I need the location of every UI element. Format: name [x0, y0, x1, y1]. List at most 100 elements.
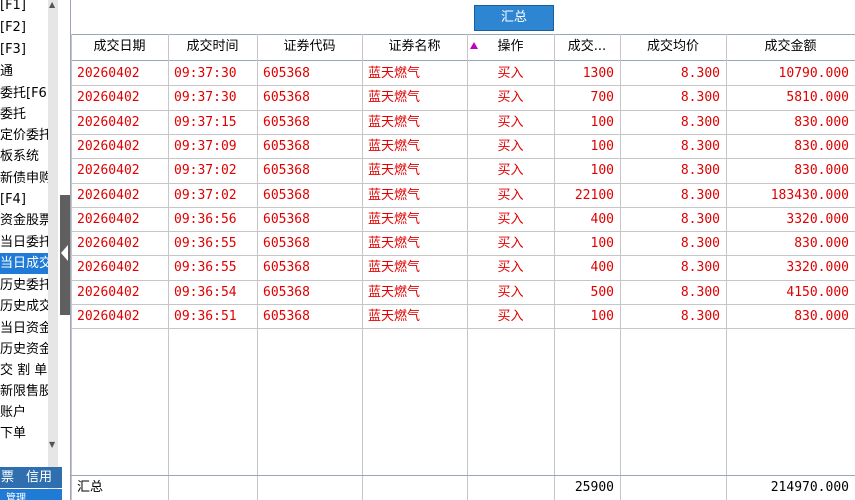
table-cell[interactable]: 100 [554, 159, 614, 183]
table-cell[interactable]: 20260402 [71, 184, 168, 208]
table-cell[interactable]: 8.300 [620, 184, 720, 208]
table-cell[interactable]: 买入 [467, 111, 554, 135]
column-header[interactable]: 证券名称 [362, 34, 467, 60]
table-cell[interactable]: 605368 [257, 232, 362, 256]
table-cell[interactable]: 20260402 [71, 305, 168, 329]
table-cell[interactable]: 09:36:55 [168, 256, 257, 280]
table-cell[interactable]: 买入 [467, 232, 554, 256]
table-cell[interactable]: 830.000 [726, 232, 849, 256]
table-cell[interactable]: 蓝天燃气 [362, 159, 467, 183]
table-cell[interactable]: 买入 [467, 305, 554, 329]
table-cell[interactable]: 8.300 [620, 62, 720, 86]
table-cell[interactable]: 605368 [257, 256, 362, 280]
table-cell[interactable]: 09:36:54 [168, 281, 257, 305]
table-cell[interactable]: 09:37:09 [168, 135, 257, 159]
sidebar-item[interactable]: 委托 [0, 104, 48, 125]
sidebar-item[interactable]: 当日资金 [0, 318, 48, 339]
table-cell[interactable]: 买入 [467, 256, 554, 280]
table-cell[interactable]: 700 [554, 86, 614, 110]
summary-button[interactable]: 汇总 [474, 5, 554, 31]
table-cell[interactable]: 605368 [257, 111, 362, 135]
table-cell[interactable]: 蓝天燃气 [362, 184, 467, 208]
table-cell[interactable]: 830.000 [726, 159, 849, 183]
sidebar-item[interactable]: 下单 [0, 423, 48, 444]
table-cell[interactable]: 605368 [257, 86, 362, 110]
table-cell[interactable]: 100 [554, 135, 614, 159]
table-cell[interactable]: 10790.000 [726, 62, 849, 86]
column-header[interactable]: 成交日期 [71, 34, 168, 60]
table-cell[interactable]: 20260402 [71, 111, 168, 135]
table-cell[interactable]: 蓝天燃气 [362, 208, 467, 232]
table-cell[interactable]: 8.300 [620, 159, 720, 183]
table-cell[interactable]: 蓝天燃气 [362, 62, 467, 86]
table-cell[interactable]: 100 [554, 232, 614, 256]
table-cell[interactable]: 605368 [257, 159, 362, 183]
sidebar-item[interactable]: 账户 [0, 402, 48, 423]
sidebar-item[interactable]: 资金股票 [0, 210, 48, 231]
scroll-down-icon[interactable]: ▼ [49, 440, 55, 449]
sidebar-item[interactable]: 新限售股 [0, 381, 48, 402]
table-cell[interactable]: 蓝天燃气 [362, 135, 467, 159]
column-header[interactable]: 操作 [467, 34, 554, 60]
table-cell[interactable]: 5810.000 [726, 86, 849, 110]
table-cell[interactable]: 20260402 [71, 232, 168, 256]
sidebar-item[interactable]: 定价委托 [0, 125, 48, 146]
table-cell[interactable]: 蓝天燃气 [362, 232, 467, 256]
table-cell[interactable]: 3320.000 [726, 256, 849, 280]
table-cell[interactable]: 100 [554, 111, 614, 135]
table-cell[interactable]: 09:37:15 [168, 111, 257, 135]
collapse-sidebar-button[interactable] [60, 195, 70, 315]
table-cell[interactable]: 20260402 [71, 281, 168, 305]
table-cell[interactable]: 8.300 [620, 256, 720, 280]
table-cell[interactable]: 8.300 [620, 135, 720, 159]
sidebar-item[interactable]: 交 割 单 [0, 360, 48, 381]
sidebar-item[interactable]: 板系统 [0, 146, 48, 167]
sidebar-item[interactable]: [F1] [0, 0, 48, 16]
table-cell[interactable]: 20260402 [71, 208, 168, 232]
table-cell[interactable]: 500 [554, 281, 614, 305]
table-cell[interactable]: 买入 [467, 135, 554, 159]
manage-button[interactable]: 管理 [0, 489, 62, 500]
table-cell[interactable]: 20260402 [71, 256, 168, 280]
sidebar-item[interactable]: 委托[F6] [0, 83, 48, 104]
table-cell[interactable]: 400 [554, 256, 614, 280]
table-cell[interactable]: 8.300 [620, 208, 720, 232]
sidebar-item[interactable]: 历史资金 [0, 339, 48, 360]
table-cell[interactable]: 09:37:02 [168, 159, 257, 183]
table-cell[interactable]: 买入 [467, 208, 554, 232]
table-cell[interactable]: 605368 [257, 208, 362, 232]
table-cell[interactable]: 605368 [257, 305, 362, 329]
sidebar-item[interactable]: [F2] [0, 17, 48, 38]
table-cell[interactable]: 830.000 [726, 111, 849, 135]
table-cell[interactable]: 09:37:02 [168, 184, 257, 208]
column-header[interactable]: 成交... [554, 34, 620, 60]
sidebar-item[interactable]: 新债申购 [0, 168, 48, 189]
table-cell[interactable]: 183430.000 [726, 184, 849, 208]
table-cell[interactable]: 605368 [257, 184, 362, 208]
sidebar-item[interactable]: 历史委托 [0, 275, 48, 296]
table-cell[interactable]: 09:37:30 [168, 62, 257, 86]
table-cell[interactable]: 400 [554, 208, 614, 232]
column-header[interactable]: 证券代码 [257, 34, 362, 60]
table-cell[interactable]: 8.300 [620, 305, 720, 329]
sidebar-item[interactable]: [F3] [0, 39, 48, 60]
table-cell[interactable]: 20260402 [71, 159, 168, 183]
table-cell[interactable]: 8.300 [620, 232, 720, 256]
table-cell[interactable]: 买入 [467, 159, 554, 183]
table-cell[interactable]: 蓝天燃气 [362, 305, 467, 329]
sidebar-item[interactable]: [F4] [0, 189, 48, 210]
table-cell[interactable]: 蓝天燃气 [362, 281, 467, 305]
sidebar-scrollbar[interactable]: ▲ ▼ [48, 0, 58, 500]
table-cell[interactable]: 605368 [257, 62, 362, 86]
table-cell[interactable]: 蓝天燃气 [362, 86, 467, 110]
table-cell[interactable]: 3320.000 [726, 208, 849, 232]
table-cell[interactable]: 09:37:30 [168, 86, 257, 110]
table-cell[interactable]: 605368 [257, 281, 362, 305]
table-cell[interactable]: 8.300 [620, 111, 720, 135]
sidebar-item[interactable]: 当日成交 [0, 253, 48, 274]
table-cell[interactable]: 蓝天燃气 [362, 256, 467, 280]
table-cell[interactable]: 09:36:51 [168, 305, 257, 329]
table-cell[interactable]: 蓝天燃气 [362, 111, 467, 135]
tab-credit[interactable]: 信用 [26, 467, 53, 488]
sidebar-item[interactable]: 历史成交 [0, 296, 48, 317]
